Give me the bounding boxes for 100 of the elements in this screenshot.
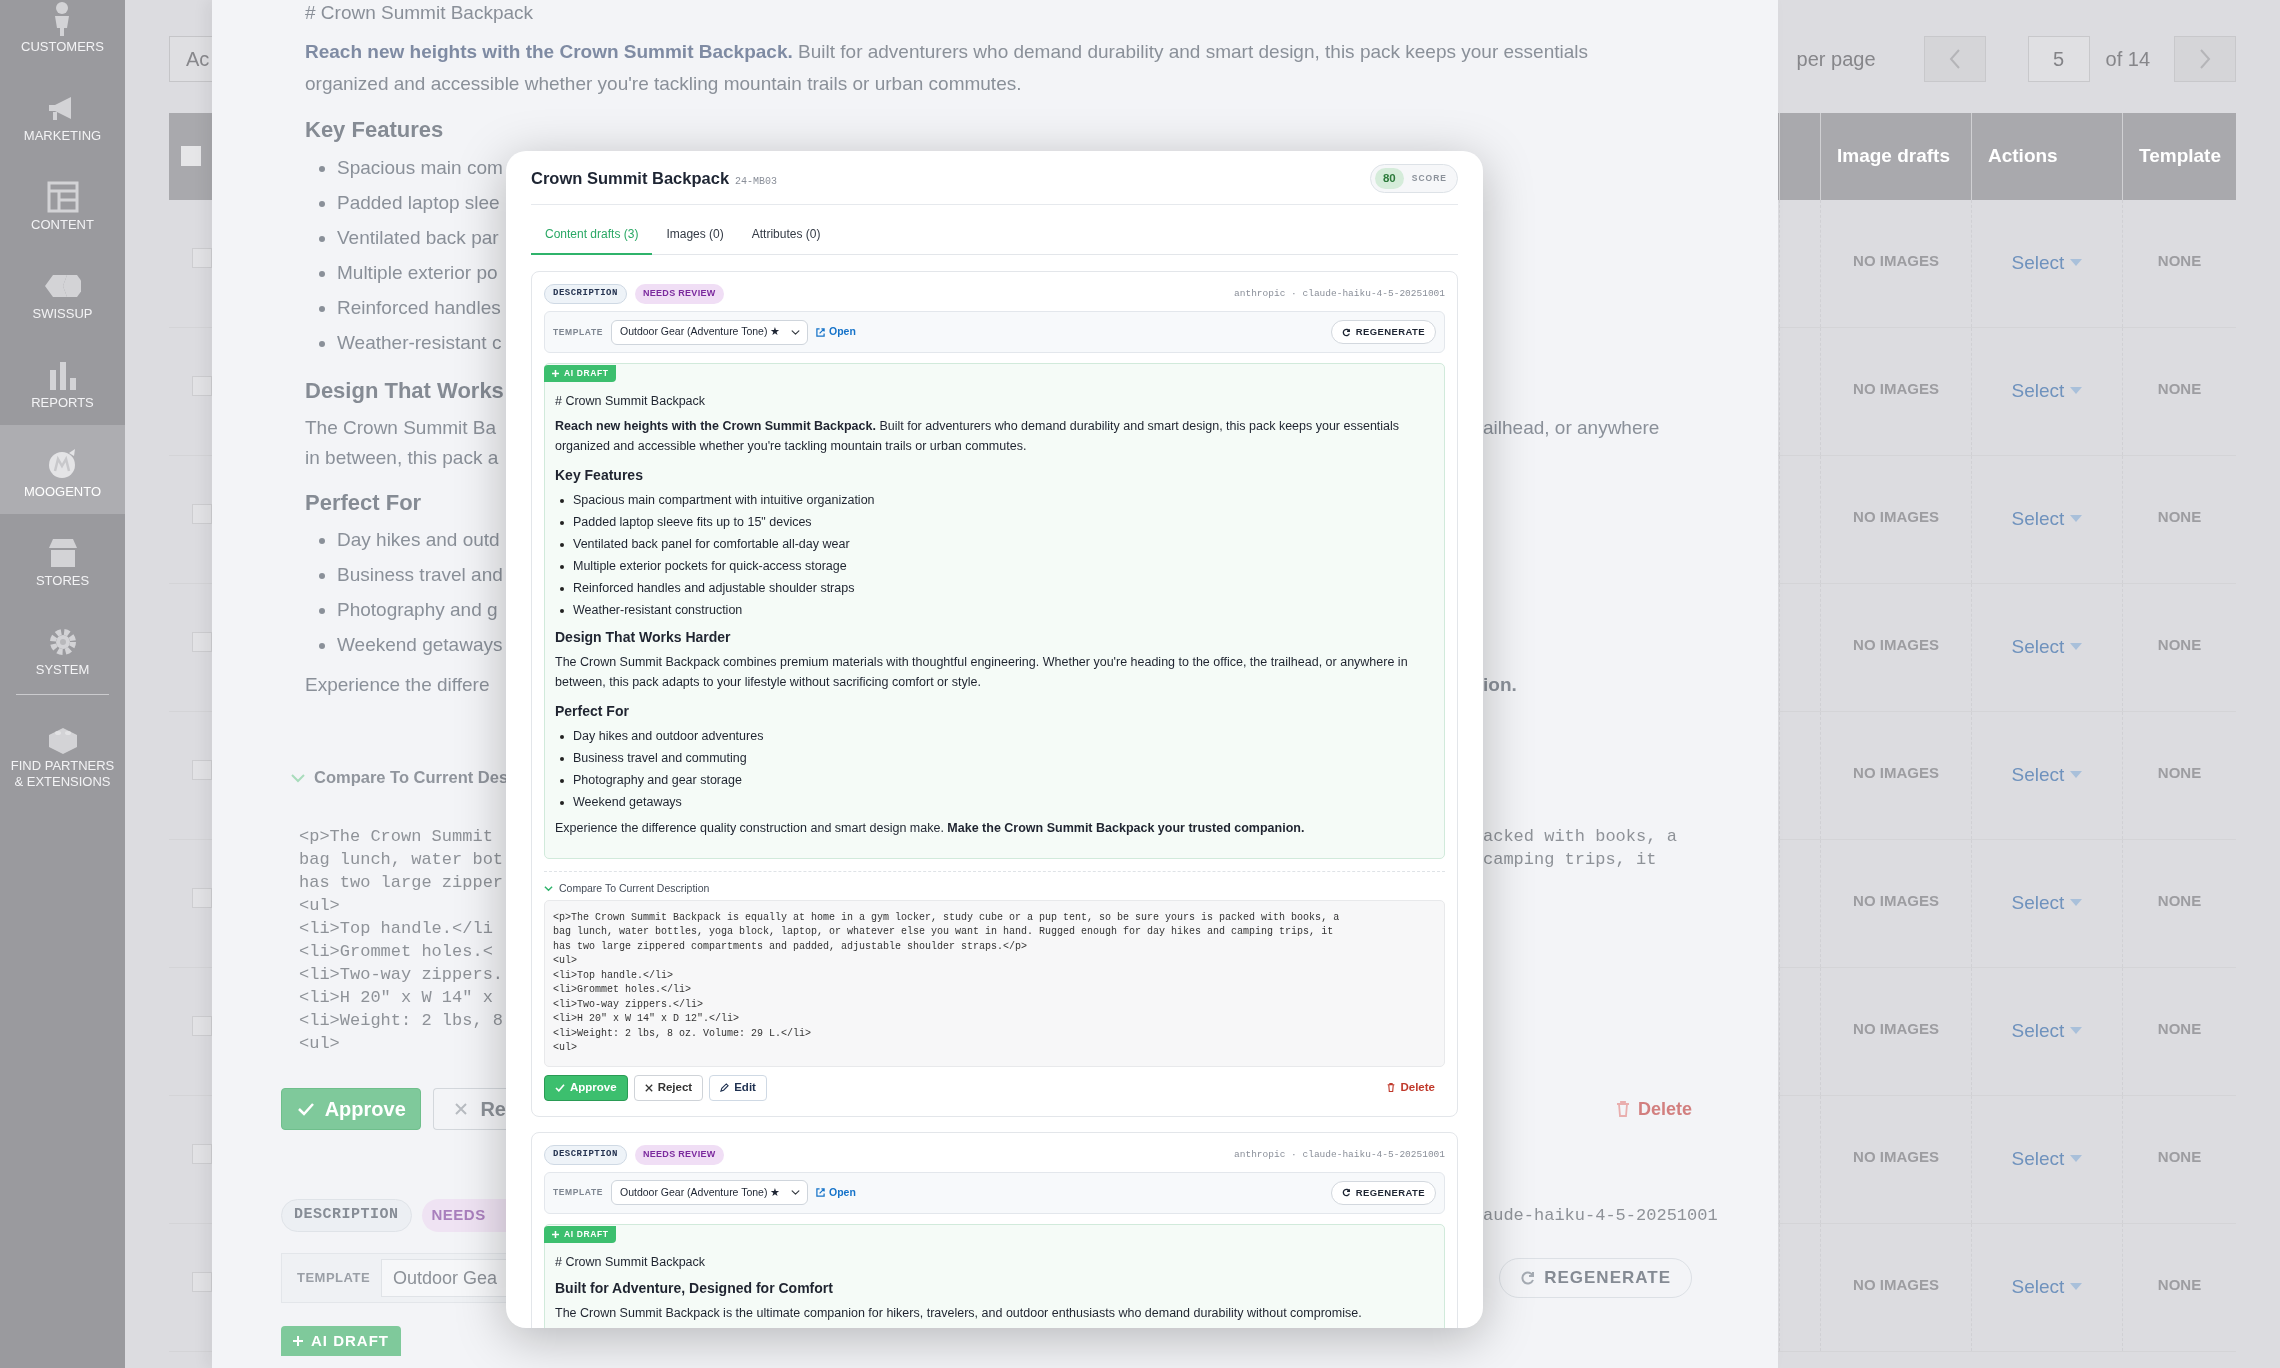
template-cell-text: NONE — [2157, 1275, 2202, 1295]
template-cell-text: NONE — [2157, 635, 2202, 655]
bullet-icon — [319, 235, 325, 242]
bullet-icon — [560, 800, 564, 805]
edit-button[interactable]: Edit — [709, 1074, 767, 1101]
draft-text: # Crown Summit Backpack — [555, 392, 707, 410]
row-checkbox[interactable] — [192, 1272, 212, 1292]
template-cell-text: NONE — [2157, 507, 2202, 527]
list-item-text: Multiple exterior po — [337, 261, 498, 286]
next-page-button[interactable] — [2174, 36, 2236, 82]
delete-button[interactable]: Delete — [1615, 1095, 1692, 1123]
sidebar-item[interactable]: FIND PARTNERS & EXTENSIONS — [0, 699, 125, 788]
previous-page-button[interactable] — [1923, 36, 1986, 82]
row-checkbox[interactable] — [192, 632, 212, 652]
template-label: TEMPLATE — [553, 325, 603, 339]
type-badge: DESCRIPTION — [281, 1199, 412, 1232]
column-header[interactable]: Image drafts — [1820, 113, 1971, 200]
chevron-right-icon — [2198, 48, 2212, 70]
row-checkbox[interactable] — [192, 1144, 212, 1164]
actions-dropdown[interactable]: Select — [2011, 890, 2083, 916]
refresh-icon — [1341, 327, 1351, 337]
row-checkbox[interactable] — [192, 504, 212, 524]
trash-icon — [1615, 1101, 1630, 1117]
caret-icon — [2070, 1283, 2083, 1291]
bullet-icon — [319, 642, 325, 649]
row-checkbox[interactable] — [192, 248, 212, 268]
open-link[interactable]: Open — [816, 1184, 856, 1201]
list-item-text: Spacious main compartment with intuitive organization — [573, 492, 875, 510]
image-drafts-cell-text: NO IMAGES — [1853, 635, 1939, 655]
action-field[interactable]: Ac — [169, 36, 212, 82]
tab[interactable]: Attributes (0) — [737, 215, 835, 255]
actions-dropdown[interactable]: Select — [2011, 634, 2083, 660]
approve-button[interactable]: Approve — [281, 1088, 422, 1130]
image-drafts-cell-text: NO IMAGES — [1853, 379, 1939, 399]
row-checkbox[interactable] — [192, 760, 212, 780]
bullet-icon — [319, 305, 325, 312]
column-header[interactable]: Actions — [1971, 113, 2122, 200]
row-checkbox[interactable] — [192, 1016, 212, 1036]
actions-dropdown[interactable]: Select — [2011, 1274, 2083, 1300]
chevron-left-icon — [1947, 48, 1962, 70]
approve-button[interactable]: Approve — [544, 1074, 628, 1101]
tab[interactable]: Content drafts (3) — [531, 215, 653, 255]
code-line: <li>Grommet holes.< — [299, 941, 493, 963]
image-drafts-cell-text: NO IMAGES — [1853, 891, 1939, 911]
compare-toggle[interactable]: Compare To Current Des — [290, 765, 509, 790]
list-item-text: Padded laptop slee — [337, 191, 500, 216]
draft-text: # Crown Summit Backpack — [305, 1, 535, 25]
list-item-text: Multiple exterior pockets for quick-access storage — [573, 558, 847, 576]
code-line: <ul> — [299, 1033, 340, 1055]
sidebar-item[interactable]: SYSTEM — [0, 603, 125, 692]
tab[interactable]: Images (0) — [652, 215, 738, 255]
code-line: <li>Two-way zippers. — [299, 964, 504, 986]
sidebar-item[interactable]: CUSTOMERS — [0, 0, 125, 69]
actions-dropdown[interactable]: Select — [2011, 1146, 2083, 1172]
actions-dropdown[interactable]: Select — [2011, 506, 2083, 532]
template-label: TEMPLATE — [553, 1186, 603, 1200]
bullet-icon — [319, 537, 325, 544]
section-heading: Perfect For — [555, 701, 630, 721]
section-heading: Design That Works — [305, 377, 504, 405]
external-link-icon — [816, 327, 825, 337]
score-label: SCORE — [1411, 172, 1447, 185]
caret-icon — [2070, 899, 2083, 907]
page-number-field[interactable]: 5 — [2027, 36, 2090, 82]
template-select[interactable]: Outdoor Gear (Adventure Tone) ★ — [611, 1180, 808, 1206]
select-all-checkbox[interactable] — [181, 146, 201, 166]
compare-toggle[interactable]: Compare To Current Description — [544, 879, 710, 898]
reject-button[interactable]: Reject — [633, 1074, 704, 1101]
sidebar-item[interactable]: CONTENT — [0, 158, 125, 247]
section-heading: Key Features — [305, 116, 445, 144]
row-checkbox[interactable] — [192, 888, 212, 908]
sidebar-item[interactable]: REPORTS — [0, 336, 125, 425]
sidebar-item[interactable]: STORES — [0, 514, 125, 603]
regenerate-button[interactable]: REGENERATE — [1330, 1180, 1436, 1205]
row-checkbox[interactable] — [192, 376, 212, 396]
status-badge: NEEDS REVIEW — [634, 284, 724, 304]
list-item-text: Padded laptop sleeve fits up to 15" devices — [573, 514, 812, 532]
ai-draft-tag: AI DRAFT — [544, 365, 617, 382]
trash-icon — [1387, 1083, 1396, 1093]
actions-dropdown[interactable]: Select — [2011, 250, 2083, 276]
caret-icon — [2070, 643, 2083, 651]
draft-paragraph: The Crown Summit Backpack combines premium materials with thoughtful engineering. Whether you're heading to the office, the trailhead, or anywhere in between, this pack adapts to your lifestyle without sacrificing comfort or style. — [555, 653, 1409, 691]
image-drafts-cell-text: NO IMAGES — [1853, 507, 1939, 527]
image-drafts-cell-text: NO IMAGES — [1853, 251, 1939, 271]
actions-dropdown[interactable]: Select — [2011, 762, 2083, 788]
template-select[interactable]: Outdoor Gea — [381, 1259, 506, 1297]
column-header[interactable]: Template — [2122, 113, 2236, 200]
actions-dropdown[interactable]: Select — [2011, 1018, 2083, 1044]
template-label: TEMPLATE — [297, 1269, 372, 1288]
sidebar-item[interactable]: SWISSUP — [0, 247, 125, 336]
delete-button[interactable]: Delete — [1377, 1074, 1445, 1101]
open-link[interactable]: Open — [816, 324, 856, 340]
actions-dropdown[interactable]: Select — [2011, 378, 2083, 404]
sidebar-item[interactable]: MOOGENTO — [0, 425, 125, 514]
sidebar-item[interactable]: MARKETING — [0, 69, 125, 158]
image-drafts-cell-text: NO IMAGES — [1853, 763, 1939, 783]
template-select[interactable]: Outdoor Gear (Adventure Tone) ★ — [611, 319, 808, 345]
model-label: anthropic · claude-haiku-4-5-20251001 — [1234, 1147, 1445, 1162]
caret-icon — [2070, 1027, 2083, 1035]
type-badge: DESCRIPTION — [544, 284, 627, 304]
regenerate-button[interactable]: REGENERATE — [1330, 320, 1436, 344]
